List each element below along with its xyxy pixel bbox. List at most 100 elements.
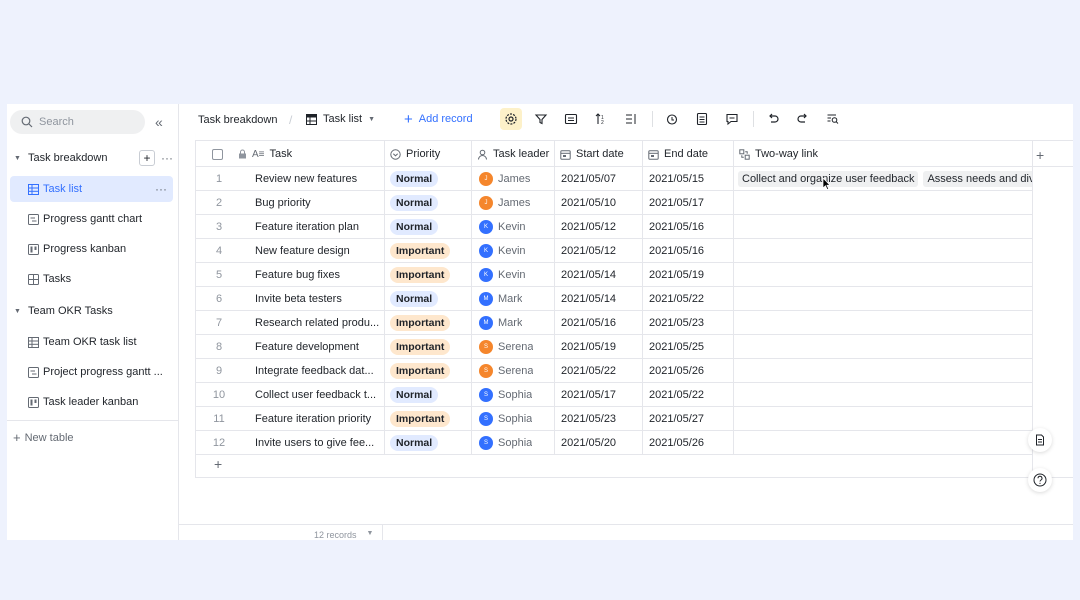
form-view-icon[interactable] <box>691 108 713 130</box>
end-date-cell[interactable]: 2021/05/19 <box>649 263 704 287</box>
help-icon[interactable] <box>1028 468 1052 492</box>
two-way-link-cell[interactable] <box>738 407 1032 431</box>
table-row[interactable]: 2 Bug priority Normal J James 2021/05/10… <box>196 191 1032 215</box>
priority-cell[interactable]: Normal <box>390 383 439 407</box>
start-date-cell[interactable]: 2021/05/12 <box>561 215 616 239</box>
column-header-task-leader[interactable]: Task leader <box>471 141 549 167</box>
two-way-link-cell[interactable]: Collect and organize user feedback Assess… <box>738 167 1032 191</box>
start-date-cell[interactable]: 2021/05/14 <box>561 287 616 311</box>
sidebar-item-progress-gantt[interactable]: Progress gantt chart <box>10 206 173 232</box>
table-row[interactable]: 5 Feature bug fixes Important K Kevin 20… <box>196 263 1032 287</box>
end-date-cell[interactable]: 2021/05/27 <box>649 407 704 431</box>
comment-icon[interactable] <box>721 108 743 130</box>
filter-icon[interactable] <box>530 108 552 130</box>
table-row[interactable]: 6 Invite beta testers Normal M Mark 2021… <box>196 287 1032 311</box>
add-view-button[interactable]: + <box>139 150 155 166</box>
end-date-cell[interactable]: 2021/05/15 <box>649 167 704 191</box>
table-row[interactable]: 11 Feature iteration priority Important … <box>196 407 1032 431</box>
priority-cell[interactable]: Important <box>390 239 451 263</box>
task-leader-cell[interactable]: S Serena <box>479 335 533 359</box>
sidebar-group-team-okr[interactable]: ▼ Team OKR Tasks <box>7 299 179 323</box>
more-icon[interactable]: ··· <box>155 182 167 196</box>
view-selector[interactable]: Task list ▼ <box>306 113 375 125</box>
start-date-cell[interactable]: 2021/05/10 <box>561 191 616 215</box>
task-leader-cell[interactable]: J James <box>479 167 530 191</box>
column-header-two-way-link[interactable]: Two-way link <box>733 141 818 167</box>
sidebar-item-progress-kanban[interactable]: Progress kanban <box>10 236 173 262</box>
start-date-cell[interactable]: 2021/05/20 <box>561 431 616 455</box>
two-way-link-cell[interactable] <box>738 239 1032 263</box>
task-cell[interactable]: Feature development <box>255 335 381 359</box>
task-leader-cell[interactable]: K Kevin <box>479 263 526 287</box>
search-input[interactable] <box>39 116 129 128</box>
table-row[interactable]: 9 Integrate feedback dat... Important S … <box>196 359 1032 383</box>
start-date-cell[interactable]: 2021/05/19 <box>561 335 616 359</box>
task-cell[interactable]: Integrate feedback dat... <box>255 359 381 383</box>
document-icon[interactable] <box>1028 428 1052 452</box>
task-leader-cell[interactable]: K Kevin <box>479 215 526 239</box>
two-way-link-cell[interactable] <box>738 431 1032 455</box>
end-date-cell[interactable]: 2021/05/25 <box>649 335 704 359</box>
table-row[interactable]: 7 Research related produ... Important M … <box>196 311 1032 335</box>
column-header-end-date[interactable]: End date <box>642 141 708 167</box>
start-date-cell[interactable]: 2021/05/16 <box>561 311 616 335</box>
more-icon[interactable]: ··· <box>161 151 173 165</box>
two-way-link-cell[interactable] <box>738 287 1032 311</box>
start-date-cell[interactable]: 2021/05/12 <box>561 239 616 263</box>
sidebar-group-task-breakdown[interactable]: ▼ Task breakdown + ··· <box>7 146 179 170</box>
end-date-cell[interactable]: 2021/05/26 <box>649 431 704 455</box>
task-leader-cell[interactable]: S Sophia <box>479 407 532 431</box>
task-leader-cell[interactable]: S Serena <box>479 359 533 383</box>
priority-cell[interactable]: Important <box>390 359 451 383</box>
sidebar-item-task-list[interactable]: Task list ··· <box>10 176 173 202</box>
table-row[interactable]: 3 Feature iteration plan Normal K Kevin … <box>196 215 1032 239</box>
task-cell[interactable]: Review new features <box>255 167 381 191</box>
start-date-cell[interactable]: 2021/05/22 <box>561 359 616 383</box>
record-count[interactable]: 12 records ▼ <box>314 530 373 540</box>
two-way-link-cell[interactable] <box>738 359 1032 383</box>
group-icon[interactable] <box>560 108 582 130</box>
redo-icon[interactable] <box>792 108 814 130</box>
task-cell[interactable]: New feature design <box>255 239 381 263</box>
two-way-link-cell[interactable] <box>738 335 1032 359</box>
column-header-priority[interactable]: Priority <box>384 141 440 167</box>
row-height-icon[interactable] <box>620 108 642 130</box>
priority-cell[interactable]: Normal <box>390 191 439 215</box>
add-column-button[interactable]: + <box>1036 147 1044 163</box>
task-cell[interactable]: Invite users to give fee... <box>255 431 381 455</box>
collapse-sidebar-icon[interactable]: « <box>155 114 163 130</box>
sort-icon[interactable]: 12 <box>590 108 612 130</box>
priority-cell[interactable]: Important <box>390 311 451 335</box>
sidebar-item-team-okr-task-list[interactable]: Team OKR task list <box>10 329 173 355</box>
start-date-cell[interactable]: 2021/05/07 <box>561 167 616 191</box>
priority-cell[interactable]: Normal <box>390 215 439 239</box>
task-cell[interactable]: Bug priority <box>255 191 381 215</box>
start-date-cell[interactable]: 2021/05/17 <box>561 383 616 407</box>
end-date-cell[interactable]: 2021/05/26 <box>649 359 704 383</box>
new-table-button[interactable]: + New table <box>13 430 74 445</box>
priority-cell[interactable]: Important <box>390 407 451 431</box>
task-cell[interactable]: Feature iteration priority <box>255 407 381 431</box>
task-cell[interactable]: Invite beta testers <box>255 287 381 311</box>
two-way-link-cell[interactable] <box>738 191 1032 215</box>
add-record-button[interactable]: + Add record <box>404 112 473 127</box>
alarm-clock-icon[interactable] <box>661 108 683 130</box>
priority-cell[interactable]: Important <box>390 263 451 287</box>
end-date-cell[interactable]: 2021/05/16 <box>649 215 704 239</box>
start-date-cell[interactable]: 2021/05/23 <box>561 407 616 431</box>
task-leader-cell[interactable]: K Kevin <box>479 239 526 263</box>
sidebar-item-task-leader-kanban[interactable]: Task leader kanban <box>10 389 173 415</box>
task-cell[interactable]: Feature bug fixes <box>255 263 381 287</box>
task-cell[interactable]: Collect user feedback t... <box>255 383 381 407</box>
end-date-cell[interactable]: 2021/05/22 <box>649 383 704 407</box>
priority-cell[interactable]: Normal <box>390 431 439 455</box>
table-row[interactable]: 1 Review new features Normal J James 202… <box>196 167 1032 191</box>
undo-icon[interactable] <box>762 108 784 130</box>
column-header-start-date[interactable]: Start date <box>554 141 624 167</box>
two-way-link-cell[interactable] <box>738 311 1032 335</box>
end-date-cell[interactable]: 2021/05/22 <box>649 287 704 311</box>
task-cell[interactable]: Feature iteration plan <box>255 215 381 239</box>
table-row[interactable]: 12 Invite users to give fee... Normal S … <box>196 431 1032 455</box>
start-date-cell[interactable]: 2021/05/14 <box>561 263 616 287</box>
table-row[interactable]: 10 Collect user feedback t... Normal S S… <box>196 383 1032 407</box>
